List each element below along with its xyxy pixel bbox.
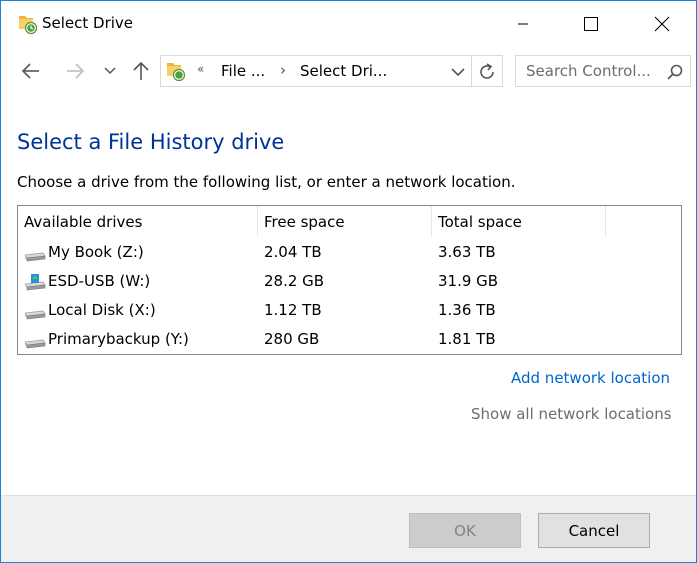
drive-name: Primarybackup (Y:) bbox=[48, 330, 189, 348]
close-button[interactable] bbox=[639, 1, 685, 46]
search-icon[interactable] bbox=[666, 63, 684, 81]
drive-list[interactable]: Available drives Free space Total space … bbox=[17, 205, 682, 355]
close-icon bbox=[654, 16, 670, 31]
column-header-free-space[interactable]: Free space bbox=[264, 213, 345, 231]
address-segment-file-history[interactable]: File ... bbox=[221, 62, 265, 80]
drive-free-space: 2.04 TB bbox=[264, 243, 322, 261]
search-box[interactable]: Search Control... bbox=[515, 55, 691, 87]
drive-free-space: 1.12 TB bbox=[264, 301, 322, 319]
drive-free-space: 280 GB bbox=[264, 330, 320, 348]
column-header-available-drives[interactable]: Available drives bbox=[24, 213, 142, 231]
external-drive-icon bbox=[24, 252, 46, 262]
search-input[interactable]: Search Control... bbox=[526, 62, 651, 80]
drive-name: Local Disk (X:) bbox=[48, 301, 156, 319]
page-title: Select a File History drive bbox=[17, 130, 285, 154]
address-bar[interactable]: « File ... › Select Dri... bbox=[160, 55, 503, 87]
recent-locations-button[interactable] bbox=[101, 57, 119, 85]
add-network-location-link[interactable]: Add network location bbox=[511, 369, 670, 387]
up-arrow-icon bbox=[133, 61, 149, 80]
forward-button[interactable] bbox=[61, 57, 89, 85]
up-button[interactable] bbox=[129, 57, 153, 85]
cancel-button[interactable]: Cancel bbox=[538, 513, 650, 548]
table-row[interactable]: Local Disk (X:) 1.12 TB 1.36 TB bbox=[18, 296, 681, 325]
ok-button[interactable]: OK bbox=[409, 513, 521, 548]
drive-free-space: 28.2 GB bbox=[264, 272, 325, 290]
instruction-text: Choose a drive from the following list, … bbox=[17, 173, 516, 191]
minimize-icon bbox=[518, 23, 528, 24]
window-title: Select Drive bbox=[42, 14, 134, 32]
title-bar[interactable]: Select Drive bbox=[1, 1, 696, 46]
drive-name: ESD-USB (W:) bbox=[48, 272, 151, 290]
drive-total-space: 3.63 TB bbox=[438, 243, 496, 261]
column-divider bbox=[605, 206, 606, 236]
chevron-down-icon[interactable] bbox=[450, 64, 466, 80]
drive-name: My Book (Z:) bbox=[48, 243, 144, 261]
chevron-down-icon bbox=[104, 67, 116, 75]
backup-drive-icon bbox=[24, 339, 46, 349]
table-row[interactable]: Primarybackup (Y:) 280 GB 1.81 TB bbox=[18, 325, 681, 354]
local-disk-icon bbox=[24, 310, 46, 320]
file-history-icon bbox=[167, 63, 186, 82]
drive-total-space: 1.81 TB bbox=[438, 330, 496, 348]
usb-setup-drive-icon bbox=[24, 274, 46, 291]
drive-total-space: 31.9 GB bbox=[438, 272, 499, 290]
maximize-icon bbox=[584, 16, 598, 31]
column-header-total-space[interactable]: Total space bbox=[438, 213, 522, 231]
forward-arrow-icon bbox=[67, 63, 85, 79]
file-history-icon bbox=[19, 16, 38, 35]
column-divider bbox=[431, 206, 432, 236]
address-overflow-chevron[interactable]: « bbox=[197, 62, 204, 76]
show-all-network-locations-link[interactable]: Show all network locations bbox=[471, 405, 672, 423]
address-divider bbox=[471, 56, 472, 86]
back-arrow-icon bbox=[21, 63, 39, 79]
refresh-icon[interactable] bbox=[476, 61, 498, 83]
table-row[interactable]: My Book (Z:) 2.04 TB 3.63 TB bbox=[18, 238, 681, 267]
address-separator-icon[interactable]: › bbox=[280, 61, 286, 79]
minimize-button[interactable] bbox=[500, 1, 546, 46]
select-drive-window: Select Drive « File ... › Select Dri... bbox=[0, 0, 697, 563]
maximize-button[interactable] bbox=[568, 1, 614, 46]
address-segment-select-drive[interactable]: Select Dri... bbox=[300, 62, 387, 80]
drive-total-space: 1.36 TB bbox=[438, 301, 496, 319]
back-button[interactable] bbox=[17, 57, 45, 85]
table-row[interactable]: ESD-USB (W:) 28.2 GB 31.9 GB bbox=[18, 267, 681, 296]
dialog-footer: OK Cancel bbox=[1, 495, 696, 562]
column-divider bbox=[257, 206, 258, 236]
